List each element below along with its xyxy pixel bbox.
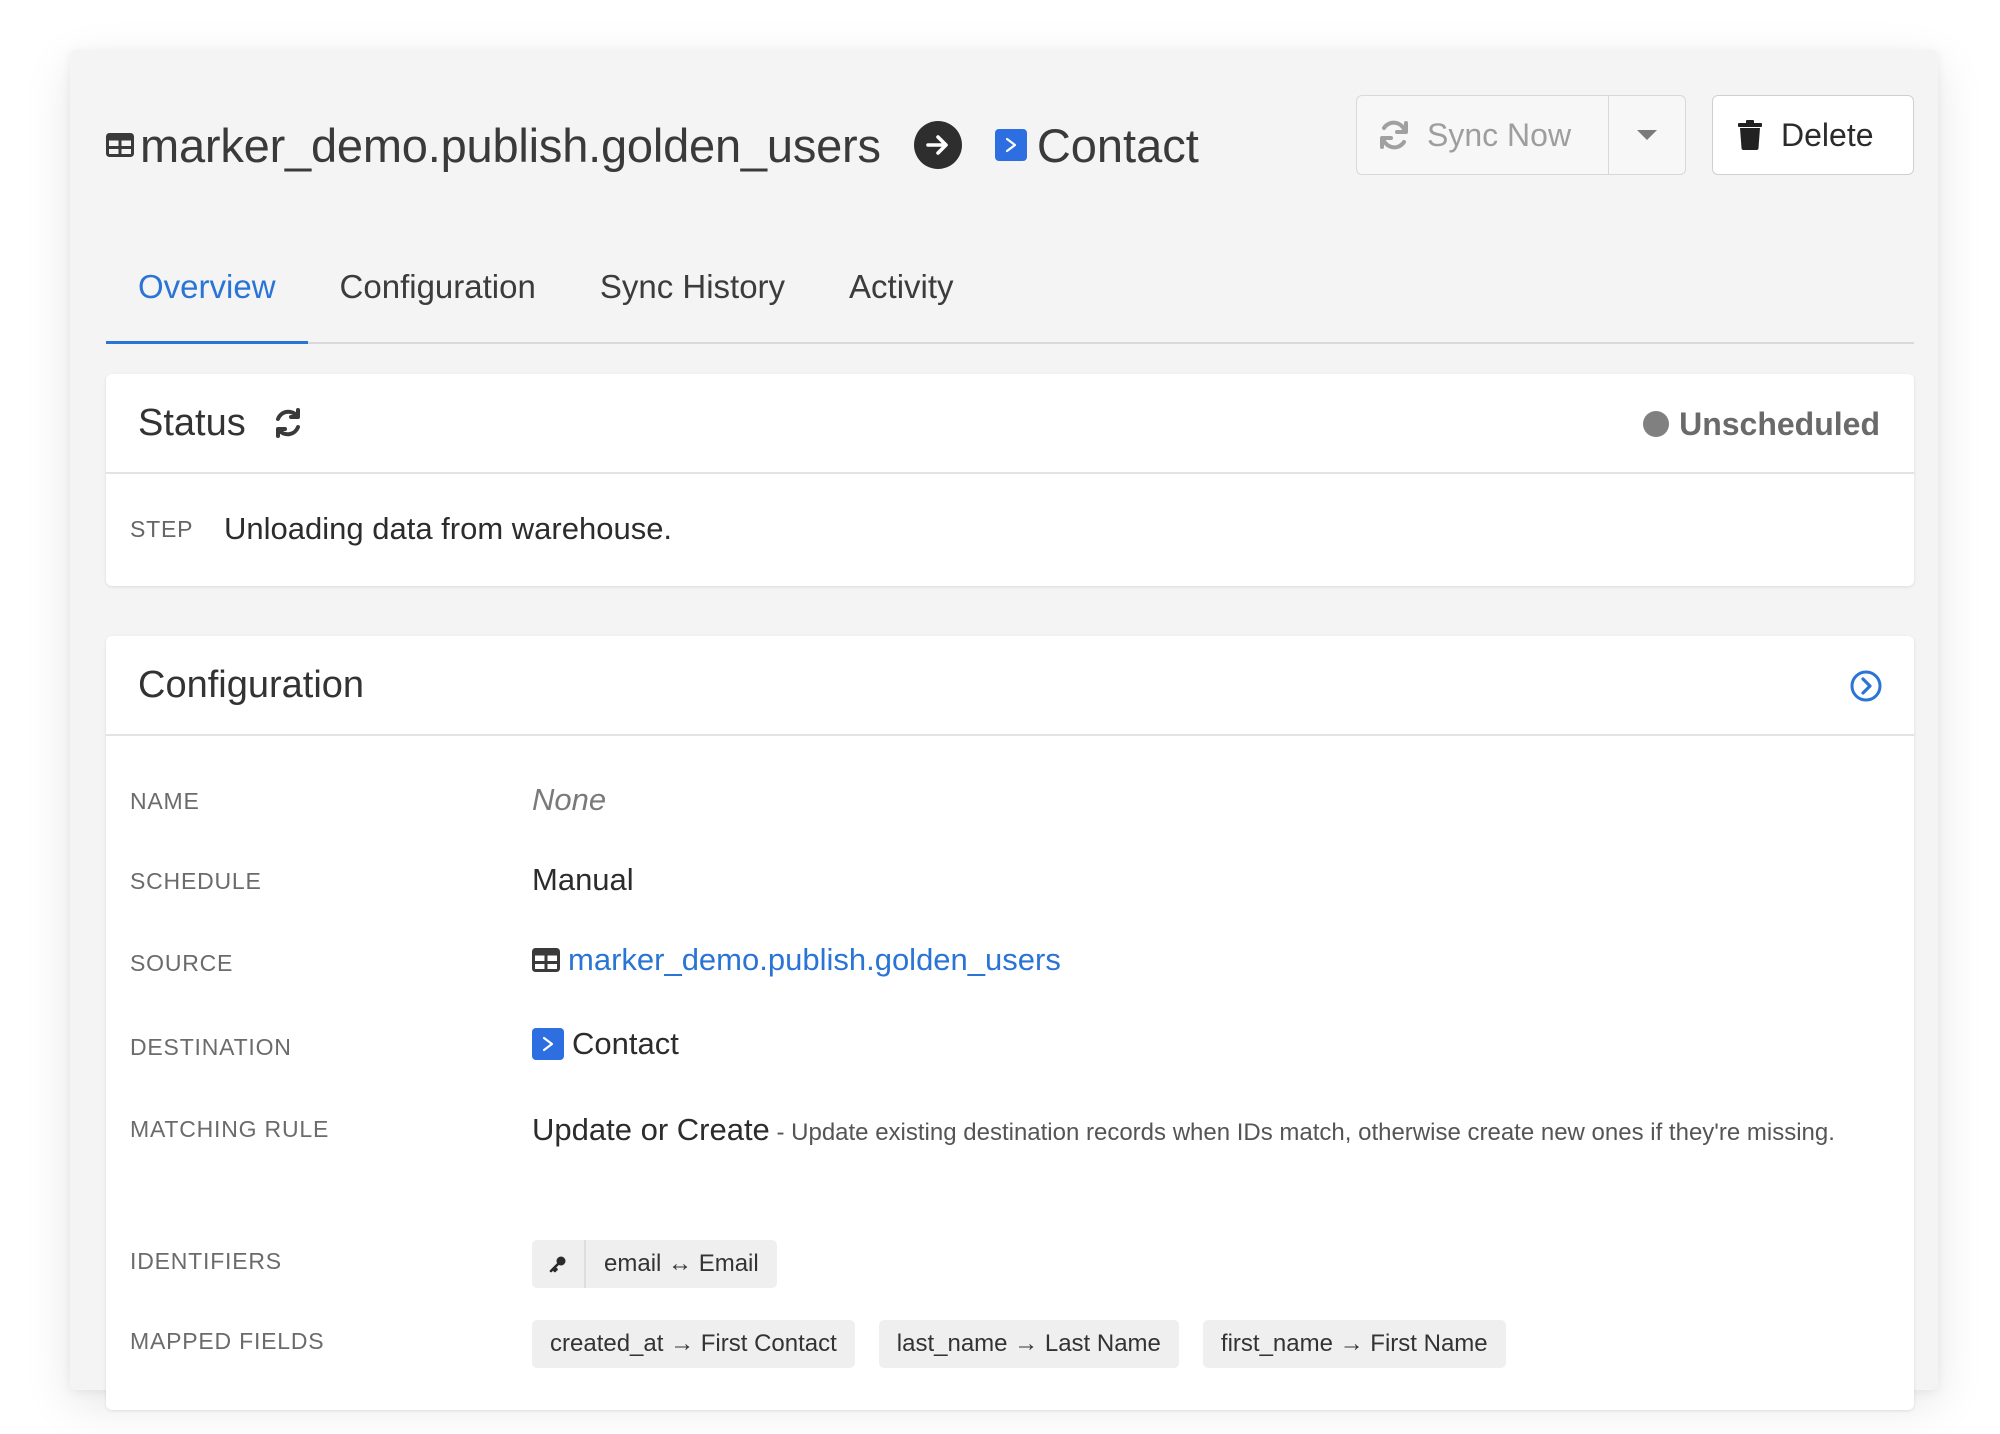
tab-bar: Overview Configuration Sync History Acti… <box>106 232 1914 344</box>
configuration-card: Configuration NAME None SCHEDULE Manual … <box>106 636 1914 1410</box>
status-card: Status Unscheduled STEP Unloading data f… <box>106 374 1914 586</box>
identifiers-label: IDENTIFIERS <box>130 1248 282 1274</box>
name-label: NAME <box>130 788 200 814</box>
table-icon <box>532 948 560 972</box>
tab-activity[interactable]: Activity <box>817 232 986 344</box>
table-icon <box>106 133 134 157</box>
identifier-pill: email ↔ Email <box>532 1240 777 1288</box>
sync-options-dropdown[interactable] <box>1608 95 1686 175</box>
configuration-title: Configuration <box>138 663 365 706</box>
sync-now-label: Sync Now <box>1427 116 1572 153</box>
matching-rule-value: Update or Create - Update existing desti… <box>532 1106 1850 1157</box>
sync-detail-window: marker_demo.publish.golden_users Contact <box>70 50 1938 1410</box>
destination-name: Contact <box>572 1026 679 1061</box>
identifier-text: email ↔ Email <box>604 1250 759 1277</box>
tab-configuration[interactable]: Configuration <box>308 232 568 344</box>
status-title: Status <box>138 401 246 444</box>
mapped-field-pill: first_name → First Name <box>1202 1320 1506 1368</box>
matching-rule-label: MATCHING RULE <box>130 1116 330 1142</box>
matching-rule-description: - Update existing destination records wh… <box>769 1119 1835 1146</box>
header-actions: Sync Now Delete <box>1356 95 1914 175</box>
identifiers-value: email ↔ Email <box>532 1240 1850 1288</box>
status-badge: Unscheduled <box>1643 374 1880 474</box>
trash-icon <box>1737 120 1763 150</box>
arrow-right-icon <box>913 121 962 169</box>
step-label: STEP <box>130 515 194 542</box>
status-card-header: Status Unscheduled <box>106 374 1914 474</box>
destination-app-icon <box>994 129 1027 161</box>
source-link[interactable]: marker_demo.publish.golden_users <box>568 942 1061 978</box>
configuration-card-header: Configuration <box>106 636 1914 736</box>
matching-rule-name: Update or Create <box>532 1112 770 1147</box>
destination-app-icon <box>532 1028 564 1060</box>
mapped-field-pill: last_name → Last Name <box>878 1320 1179 1368</box>
mapped-fields-label: MAPPED FIELDS <box>130 1328 325 1354</box>
delete-label: Delete <box>1781 116 1874 153</box>
destination-title: Contact <box>1036 118 1199 172</box>
tab-overview[interactable]: Overview <box>106 232 308 344</box>
step-text: Unloading data from warehouse. <box>224 511 673 546</box>
delete-button[interactable]: Delete <box>1712 95 1914 175</box>
refresh-icon[interactable] <box>272 407 304 439</box>
key-icon <box>532 1240 586 1288</box>
page-header: marker_demo.publish.golden_users Contact <box>106 95 1914 195</box>
sync-now-button[interactable]: Sync Now <box>1356 95 1608 175</box>
schedule-label: SCHEDULE <box>130 868 262 894</box>
tab-sync-history[interactable]: Sync History <box>568 232 817 344</box>
sync-icon <box>1377 118 1411 152</box>
status-state: Unscheduled <box>1679 405 1880 442</box>
schedule-value: Manual <box>532 862 634 897</box>
destination-value: Contact <box>532 1026 1850 1062</box>
chevron-down-icon <box>1637 130 1657 140</box>
chevron-right-circle-icon[interactable] <box>1850 670 1882 702</box>
status-dot-icon <box>1643 411 1670 437</box>
source-table-title: marker_demo.publish.golden_users <box>140 118 881 172</box>
page-title: marker_demo.publish.golden_users Contact <box>106 95 1199 195</box>
mapped-fields-value: created_at → First Contact last_name → La… <box>532 1320 1850 1368</box>
destination-label: DESTINATION <box>130 1034 292 1060</box>
source-value: marker_demo.publish.golden_users <box>532 942 1850 978</box>
mapped-field-pill: created_at → First Contact <box>532 1320 855 1368</box>
source-label: SOURCE <box>130 950 234 976</box>
name-value: None <box>532 782 607 817</box>
step-row: STEP Unloading data from warehouse. <box>106 474 1914 584</box>
